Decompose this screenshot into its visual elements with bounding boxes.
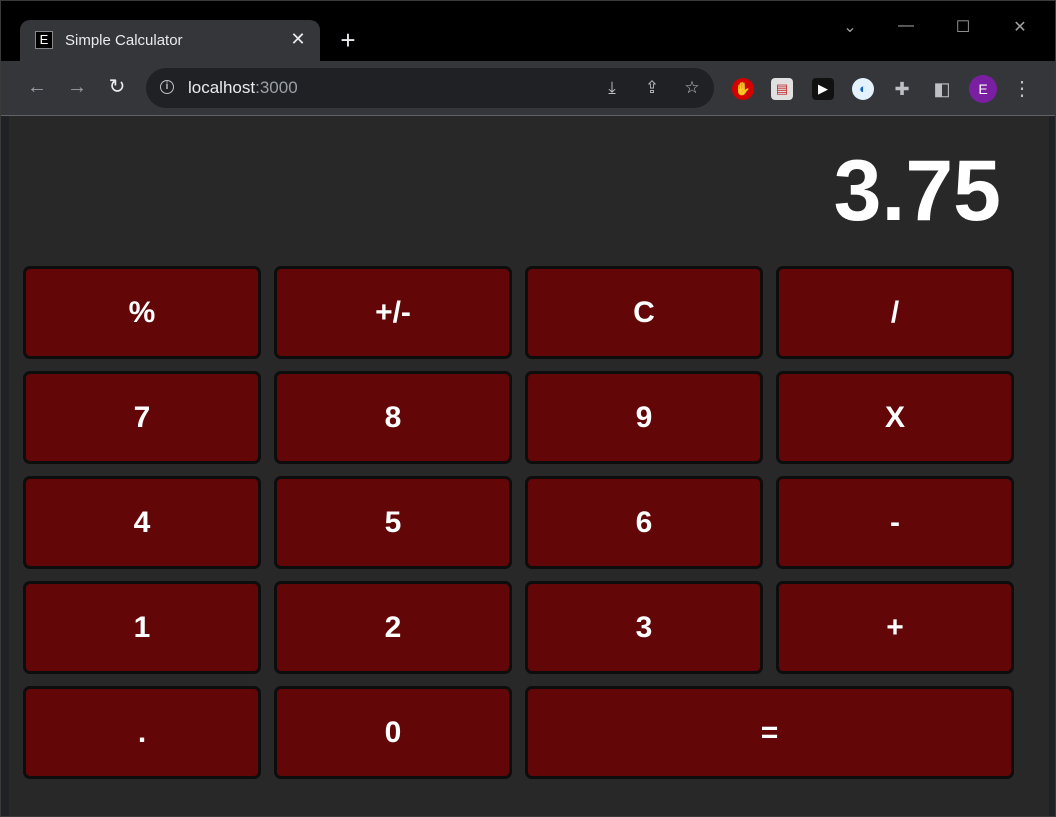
- forward-icon[interactable]: →: [65, 75, 89, 99]
- tab-simple-calculator[interactable]: E Simple Calculator ✕: [20, 20, 320, 61]
- key-plus-minus[interactable]: +/-: [274, 266, 512, 359]
- calculator-page: 3.75 % +/- C / 7 8 9 X 4 5 6 - 1 2 3 + .…: [9, 116, 1049, 816]
- back-icon[interactable]: ←: [25, 75, 49, 99]
- key-add[interactable]: +: [776, 581, 1014, 674]
- site-info-icon[interactable]: i: [160, 80, 174, 94]
- key-0[interactable]: 0: [274, 686, 512, 779]
- close-window-icon[interactable]: ✕: [1008, 17, 1032, 37]
- browser-window: E Simple Calculator ✕ + ⌄ — ☐ ✕ ← → ↻ i …: [0, 0, 1056, 817]
- share-icon[interactable]: ⇪: [642, 78, 662, 98]
- key-multiply[interactable]: X: [776, 371, 1014, 464]
- keypad: % +/- C / 7 8 9 X 4 5 6 - 1 2 3 + . 0 =: [23, 266, 1014, 782]
- key-8[interactable]: 8: [274, 371, 512, 464]
- password-extension-icon[interactable]: ◐: [852, 78, 874, 100]
- extensions-puzzle-icon[interactable]: ✚: [891, 78, 913, 100]
- url-port: :3000: [255, 78, 298, 97]
- side-panel-icon[interactable]: ◧: [931, 78, 953, 100]
- bookmark-star-icon[interactable]: ☆: [682, 78, 702, 98]
- tab-title: Simple Calculator: [65, 32, 183, 49]
- close-tab-icon[interactable]: ✕: [288, 29, 308, 49]
- key-percent[interactable]: %: [23, 266, 261, 359]
- key-5[interactable]: 5: [274, 476, 512, 569]
- cast-extension-icon[interactable]: ▤: [771, 78, 793, 100]
- url-text[interactable]: localhost:3000: [188, 78, 298, 98]
- key-4[interactable]: 4: [23, 476, 261, 569]
- key-9[interactable]: 9: [525, 371, 763, 464]
- tab-search-icon[interactable]: ⌄: [838, 17, 862, 37]
- reload-icon[interactable]: ↻: [105, 75, 129, 99]
- install-app-icon[interactable]: ⤓: [602, 78, 622, 98]
- key-decimal[interactable]: .: [23, 686, 261, 779]
- key-clear[interactable]: C: [525, 266, 763, 359]
- minimize-icon[interactable]: —: [894, 17, 918, 35]
- browser-toolbar: ← → ↻ i localhost:3000 ⤓ ⇪ ☆ ✋ ▤ ▶ ◐ ✚ ◧…: [1, 61, 1055, 116]
- video-extension-icon[interactable]: ▶: [812, 78, 834, 100]
- address-bar[interactable]: i localhost:3000 ⤓ ⇪ ☆: [146, 68, 714, 108]
- menu-kebab-icon[interactable]: ⋮: [1011, 78, 1033, 100]
- maximize-icon[interactable]: ☐: [951, 17, 975, 37]
- key-equals[interactable]: =: [525, 686, 1014, 779]
- profile-avatar[interactable]: E: [969, 75, 997, 103]
- new-tab-button[interactable]: +: [336, 27, 360, 53]
- key-2[interactable]: 2: [274, 581, 512, 674]
- key-divide[interactable]: /: [776, 266, 1014, 359]
- key-1[interactable]: 1: [23, 581, 261, 674]
- adblock-extension-icon[interactable]: ✋: [732, 78, 754, 100]
- favicon-icon: E: [35, 31, 53, 49]
- tab-strip: E Simple Calculator ✕ + ⌄ — ☐ ✕: [1, 1, 1055, 61]
- key-3[interactable]: 3: [525, 581, 763, 674]
- key-7[interactable]: 7: [23, 371, 261, 464]
- url-host: localhost: [188, 78, 256, 97]
- key-6[interactable]: 6: [525, 476, 763, 569]
- key-subtract[interactable]: -: [776, 476, 1014, 569]
- calculator-display: 3.75: [833, 143, 1001, 239]
